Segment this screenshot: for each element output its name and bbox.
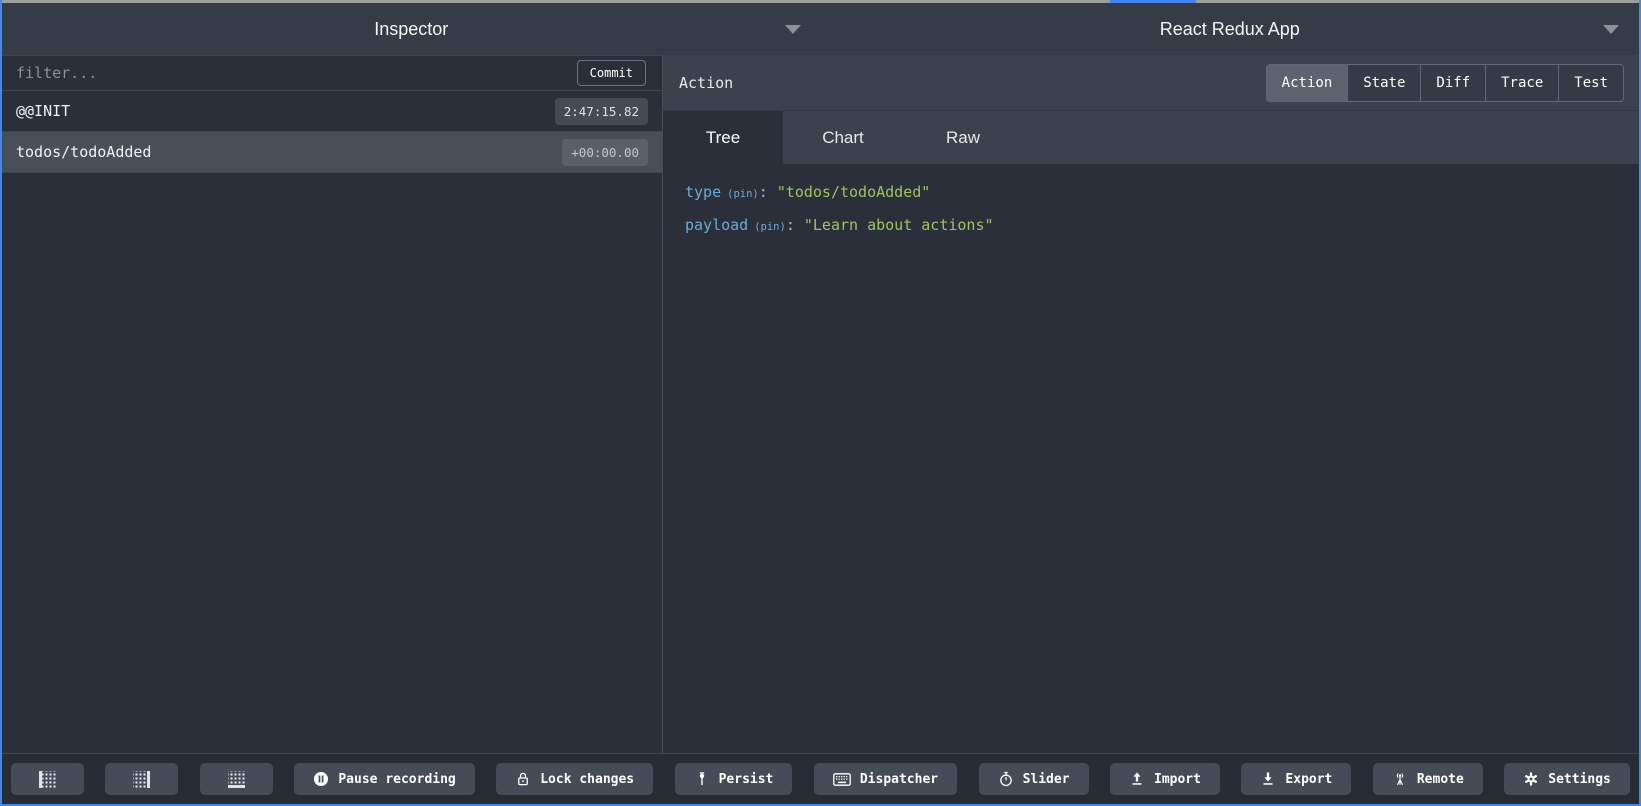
button-label: Persist: [719, 772, 774, 787]
button-label: Lock changes: [540, 772, 634, 787]
slider-button[interactable]: Slider: [979, 763, 1089, 795]
dock-to-right-icon: [133, 771, 150, 788]
remote-button[interactable]: Remote: [1373, 763, 1483, 795]
instance-dropdown-label: React Redux App: [821, 3, 1640, 55]
button-label: Dispatcher: [860, 772, 938, 787]
action-name: todos/todoAdded: [16, 143, 151, 161]
commit-button[interactable]: Commit: [577, 60, 646, 86]
tree-row: payload (pin): "Learn about actions": [685, 210, 1629, 243]
pause-recording-button[interactable]: Pause recording: [294, 763, 474, 795]
gear-icon: [1523, 771, 1539, 787]
action-tree-view: type (pin): "todos/todoAdded" payload (pin)…: [663, 164, 1639, 753]
key-value-separator: :: [786, 216, 795, 234]
button-label: Import: [1154, 772, 1201, 787]
export-button[interactable]: Export: [1241, 763, 1351, 795]
action-timestamp-badge: +00:00.00: [562, 139, 648, 166]
main-area: Commit @@INIT 2:47:15.82 todos/todoAdded…: [2, 55, 1639, 753]
detail-panel-header: Action Action State Diff Trace Test: [663, 55, 1639, 110]
tab-raw[interactable]: Raw: [903, 111, 1023, 164]
filter-input[interactable]: [2, 64, 577, 82]
action-name: @@INIT: [16, 102, 70, 120]
dispatcher-button[interactable]: Dispatcher: [814, 763, 957, 795]
pin-icon: [694, 771, 710, 787]
key-value-separator: :: [759, 183, 768, 201]
button-label: Slider: [1023, 772, 1070, 787]
dock-to-left-button[interactable]: [11, 763, 84, 795]
chevron-down-icon: [1603, 25, 1619, 34]
pin-link[interactable]: (pin): [727, 188, 759, 200]
button-label: Remote: [1417, 772, 1464, 787]
dock-to-left-icon: [39, 771, 56, 788]
dock-to-bottom-button[interactable]: [200, 763, 273, 795]
stopwatch-icon: [998, 771, 1014, 787]
tree-key: payload: [685, 216, 748, 234]
button-label: Settings: [1548, 772, 1611, 787]
keyboard-icon: [833, 773, 851, 786]
dock-to-bottom-icon: [228, 771, 245, 788]
action-list-panel: Commit @@INIT 2:47:15.82 todos/todoAdded…: [2, 55, 662, 753]
redux-devtools-window: Inspector React Redux App Commit @@INIT …: [0, 0, 1641, 806]
panel-title: Action: [679, 74, 733, 92]
filter-row: Commit: [2, 55, 662, 91]
antenna-icon: [1392, 771, 1408, 787]
action-timestamp-badge: 2:47:15.82: [555, 98, 648, 125]
tab-diff[interactable]: Diff: [1420, 64, 1486, 102]
instance-select-dropdown[interactable]: React Redux App: [821, 3, 1640, 55]
inspector-detail-panel: Action Action State Diff Trace Test Tree…: [662, 55, 1639, 753]
settings-button[interactable]: Settings: [1504, 763, 1630, 795]
tab-tree[interactable]: Tree: [663, 111, 783, 164]
button-label: Pause recording: [338, 772, 455, 787]
tree-string-value: "Learn about actions": [804, 216, 994, 234]
tab-action[interactable]: Action: [1266, 64, 1349, 102]
lock-icon: [515, 771, 531, 787]
action-list-item[interactable]: @@INIT 2:47:15.82: [2, 91, 662, 132]
tab-state[interactable]: State: [1347, 64, 1421, 102]
tree-row: type (pin): "todos/todoAdded": [685, 177, 1629, 210]
pause-icon: [313, 771, 329, 787]
view-mode-tab-bar: Tree Chart Raw: [663, 110, 1639, 164]
persist-button[interactable]: Persist: [675, 763, 793, 795]
tab-chart[interactable]: Chart: [783, 111, 903, 164]
pin-link[interactable]: (pin): [754, 221, 786, 233]
bottom-toolbar: Pause recording Lock changes Persist: [2, 753, 1639, 804]
app-header: Inspector React Redux App: [2, 3, 1639, 55]
tree-key: type: [685, 183, 721, 201]
upload-icon: [1129, 771, 1145, 787]
action-list-item-selected[interactable]: todos/todoAdded +00:00.00: [2, 132, 662, 173]
tab-test[interactable]: Test: [1558, 64, 1624, 102]
button-label: Export: [1285, 772, 1332, 787]
chevron-down-icon: [785, 25, 801, 34]
dock-to-right-button[interactable]: [105, 763, 178, 795]
lock-changes-button[interactable]: Lock changes: [496, 763, 653, 795]
monitor-dropdown-label: Inspector: [2, 3, 821, 55]
monitor-select-dropdown[interactable]: Inspector: [2, 3, 821, 55]
detail-tab-group: Action State Diff Trace Test: [1266, 64, 1624, 102]
import-button[interactable]: Import: [1110, 763, 1220, 795]
tab-trace[interactable]: Trace: [1485, 64, 1559, 102]
download-icon: [1260, 771, 1276, 787]
tree-string-value: "todos/todoAdded": [777, 183, 931, 201]
